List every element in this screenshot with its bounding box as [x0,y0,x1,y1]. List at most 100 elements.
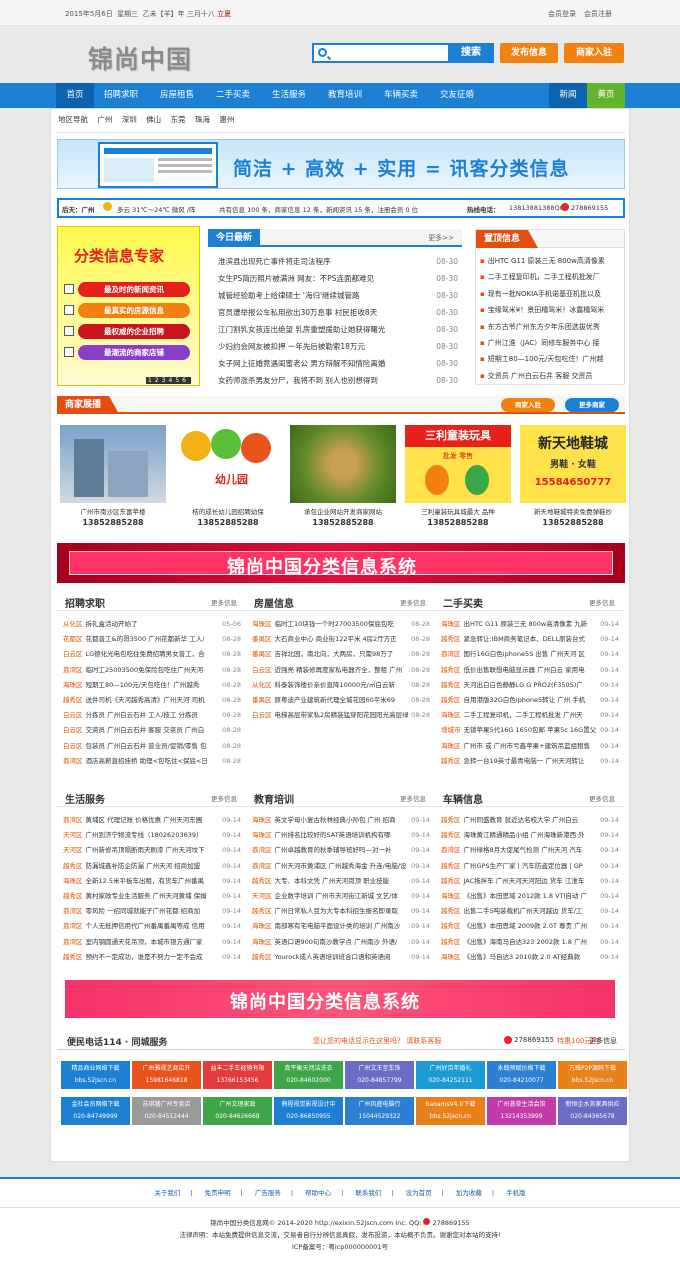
footer-link[interactable]: 免责申明 [205,1189,231,1197]
footer-link[interactable]: 关于我们 [154,1189,180,1197]
more-link[interactable]: 更多信息 [400,793,426,803]
nav-life[interactable]: 生活服务 [262,83,316,108]
list-item[interactable]: 09-14 越秀区 大专、本科文凭 广州天河岗顶 职业技能 [252,874,430,889]
list-item[interactable]: 09-14 越秀区 《出售》本田思域 2009款 2.0T 尊贵 广州 [441,919,619,934]
list-item[interactable]: 09-14 荔湾区 国行16G白色iphone5S 出售 广州天河 区 [441,647,619,662]
merchant-card[interactable]: 承包企业网站开发商家网站 13852885288 [290,425,396,533]
service-tile[interactable]: 永翰预赋价格下载 020-84210077 [487,1061,556,1089]
section-title[interactable]: 招聘求职 [65,595,105,610]
service-tile[interactable]: 广州荟草生活会馆 13214353999 [487,1097,556,1125]
list-item[interactable]: ▪ 二手工程复印机，二手工程机批发厂 [480,269,620,285]
area-foshan[interactable]: 佛山 [146,115,161,124]
section-title[interactable]: 车辆信息 [443,791,483,806]
register-link[interactable]: 会员注册 [584,10,612,18]
list-item[interactable]: 08-28 白云区 电梯高层带家私2房精装猛穿阳花园阳光高层绿 [252,708,430,723]
footer-link[interactable]: 加为收藏 [456,1189,482,1197]
merchant-join-button[interactable]: 商家入驻 [564,43,624,63]
list-item[interactable]: ▪ 广州江淮（JAC）同修车服务中心 接 [480,335,620,351]
merchant-card[interactable]: 三利童装玩具 批发 零售 三利童装玩具城最大 品种 13852885288 [405,425,511,533]
showcase-tab[interactable]: 商家展播 [57,396,120,414]
list-item[interactable]: 08-28 海珠区 临时工10块钱一个时27003500保底包吃 [252,617,430,632]
list-item[interactable]: 08-28 白云区 分拣员 广州白云石井 工人/技工 分拣员 [63,708,241,723]
area-dongguan[interactable]: 东莞 [171,115,186,124]
list-item[interactable]: 09-14 越秀区 广州GPS生产厂家 | 汽车防盗定位器 | GP [441,859,619,874]
list-item[interactable]: 08-30 官员遭举报公车私用欲出30万息事 村民拒收8天 [218,306,458,320]
list-item[interactable]: ▪ 东方古爷广州东方夕年乐团选拔优秀 [480,319,620,335]
nav-housing[interactable]: 房屋租售 [150,83,204,108]
section-title[interactable]: 房屋信息 [254,595,294,610]
service-tile[interactable]: 真平衡天然洁洗衣 020-84602000 [274,1061,343,1089]
more-link[interactable]: 更多信息 [589,597,615,607]
list-item[interactable]: 09-14 越秀区 预约不一定成功，谁是不努力一定不会成 [63,950,241,965]
list-item[interactable]: 08-28 荔湾区 酒店高薪直招挂桥 助理<包吃住<保底<日 [63,754,241,769]
service-tile[interactable]: 广州雅视艺商店开 15981646818 [132,1061,201,1089]
area-shenzhen[interactable]: 深圳 [122,115,137,124]
list-item[interactable]: 08-30 城管经验助考上给律硕士 '海归'继续城管路 [218,289,458,303]
merchant-card[interactable]: 幼儿园 桔的成长幼儿园招聘幼保 13852885288 [175,425,281,533]
list-item[interactable]: 09-14 越秀区 广州日常私人豆为大专本科招生报名即录取 [252,904,430,919]
nav-dating[interactable]: 交友征婚 [430,83,484,108]
list-item[interactable]: 09-14 海珠区 全新12.5米平板车出租，有货车广州番禺 [63,874,241,889]
service-tile[interactable]: 新恒企水务家具供应 020-84365678 [558,1097,627,1125]
list-item[interactable]: 08-28 荔湾区 临时工25003500免保险包吃住广州天河 [63,663,241,678]
area-huizhou[interactable]: 惠州 [219,115,234,124]
list-item[interactable]: 09-14 越秀区 急转一台19英寸最青电脑一 广州天河转让 [441,754,619,769]
qq-number[interactable]: 278869155 [514,1036,554,1044]
service-tile[interactable]: 益丰二手车经销有限 13766153456 [203,1061,272,1089]
news-more-link[interactable]: 更多>> [428,233,454,243]
more-link[interactable]: 更多信息 [211,597,237,607]
list-item[interactable]: 09-14 荔湾区 个人无抵押信用代广州番禺番禺等成 信用 [63,919,241,934]
list-item[interactable]: ▪ 宝缘驾米¥！景田橘驾米！冰露橘驾米 [480,302,620,318]
more-link[interactable]: 更多信息 [589,793,615,803]
list-item[interactable]: 08-28 越秀区 送件司机《天河越秀高清》广州天河 司机 [63,693,241,708]
contact-ask[interactable]: 您让您的电话显示在这里吗？ 请联系客服 [313,1036,441,1046]
pinned-tab[interactable]: 置顶信息 [476,230,539,248]
list-item[interactable]: ▪ 短期工80—100元/天包吃住！广州越 [480,351,620,367]
list-item[interactable]: ▪ 交资员 广州白云石井 客服 交资员 [480,368,620,384]
list-item[interactable]: 08-28 白云区 交资员 广州白云石井 客服 交资员 广州白 [63,723,241,738]
list-item[interactable]: 08-28 番禺区 原粤迪产业建筑新代理全城花园60平米69 [252,693,430,708]
merchant-card[interactable]: 新天地鞋城 男鞋 · 女鞋 15584650777 新天地鞋城特卖免费弹鞋抄 1… [520,425,626,533]
nav-news[interactable]: 新闻 [549,83,587,108]
merchant-enter-button[interactable]: 商家入驻 [501,398,555,412]
list-item[interactable]: 09-14 海珠区 南部寒有宅电脑平面设计类的培训 广州南沙 [252,919,430,934]
system-banner[interactable]: 锦尚中国分类信息系统 [57,543,625,583]
list-item[interactable]: 09-14 荔湾区 广州绿格8月大促尾气检测 广州天河 汽车 [441,843,619,858]
list-item[interactable]: 09-14 天河区 广州新修吊顶隔断雨天刷漆 广州天河坟下 [63,843,241,858]
list-item[interactable]: 05-06 从化区 拆礼盒活动开始了 [63,617,241,632]
area-guangzhou[interactable]: 广州 [97,115,112,124]
list-item[interactable]: 08-30 女子网上征婚竟遇闺蜜老公 男方辩解不知情险离婚 [218,357,458,371]
list-item[interactable]: 08-28 从化区 科泰装饰楼价亲价直降10000元/㎡白云新 [252,678,430,693]
list-item[interactable]: 09-14 海珠区 出HTC G11 原装三无 800w高清像素 九新 [441,617,619,632]
list-item[interactable]: 09-14 越秀区 出售二手5吨装载机广州天河越边 货车/工 [441,904,619,919]
service-tile[interactable]: 广州风盛电脑行 15044529322 [345,1097,414,1125]
footer-link[interactable]: 帮助中心 [305,1189,331,1197]
list-item[interactable]: 08-30 江门割乳女孩连出绝望 乳房重塑援助让她获得曙光 [218,323,458,337]
more-link[interactable]: 更多信息 [400,597,426,607]
list-item[interactable]: 09-14 荔湾区 黄埔区 代理记账 价格优惠 广州天河东圃 [63,813,241,828]
list-item[interactable]: 09-14 越秀区 自用港版32G白色iphone5转让 广州 手机 [441,693,619,708]
nav-secondhand[interactable]: 二手买卖 [206,83,260,108]
list-item[interactable]: 09-14 荔湾区 零风险 一招同城就能子广州花都 招商加 [63,904,241,919]
list-item[interactable]: 08-28 花都区 花都普工&的哥3500 广州花都新华 工人/ [63,632,241,647]
list-item[interactable]: 08-30 女生PS简历照片被满洲 网友：不PS连面都难见 [218,272,458,286]
list-item[interactable]: 09-14 越秀区 天河出白白色静静LG G PRO2(F350S)广 [441,678,619,693]
list-item[interactable]: 09-14 天河区 广州到济宁物流专线（18026203639） [63,828,241,843]
icp-number[interactable]: ICP备案号：粤icp000000001号 [0,1241,680,1251]
list-item[interactable]: 09-14 越秀区 防漏城鑫补防企防漏 广州天河 招商加盟 [63,859,241,874]
list-item[interactable]: 09-14 海珠区 《出售》本田思域 2012款 1.8 VTI自动 广 [441,889,619,904]
list-item[interactable]: 08-28 白云区 LG德化光电包吃住免费招聘男女普工，合 [63,647,241,662]
list-item[interactable]: 08-28 番禺区 吉祥北园，南北向，大两房，只需98万了 [252,647,430,662]
search-button[interactable]: 搜索 [448,43,494,63]
list-item[interactable]: ▪ 出HTC G11 原装三无 800w高清像素 [480,253,620,269]
list-item[interactable]: 09-14 天河区 企业数字培训 广州市天河街江新城 文艺/体 [252,889,430,904]
footer-link[interactable]: 手机版 [506,1189,526,1197]
service-tile[interactable]: 广州文理家政 020-84626668 [203,1097,272,1125]
list-item[interactable]: 09-14 海珠区 广州排名比较好的SAT英语培训机构有哪 [252,828,430,843]
service-tile[interactable]: 鼎程视觉影视设计中 020-86850955 [274,1097,343,1125]
news-tab[interactable]: 今日最新 [208,229,261,247]
list-item[interactable]: 08-28 海珠区 短期工80—100元/天包吃住！广州越秀 [63,678,241,693]
list-item[interactable]: 08-28 白云区 包装员 广州白云石井 普业员/促销/零售 包 [63,739,241,754]
list-item[interactable]: 09-14 荔湾区 室内钢圆通天花吊顶，本城市银方通厂家 [63,935,241,950]
list-item[interactable]: 09-14 海珠区 《出售》马自达3 2010款 2.0 AT经典款 [441,950,619,965]
